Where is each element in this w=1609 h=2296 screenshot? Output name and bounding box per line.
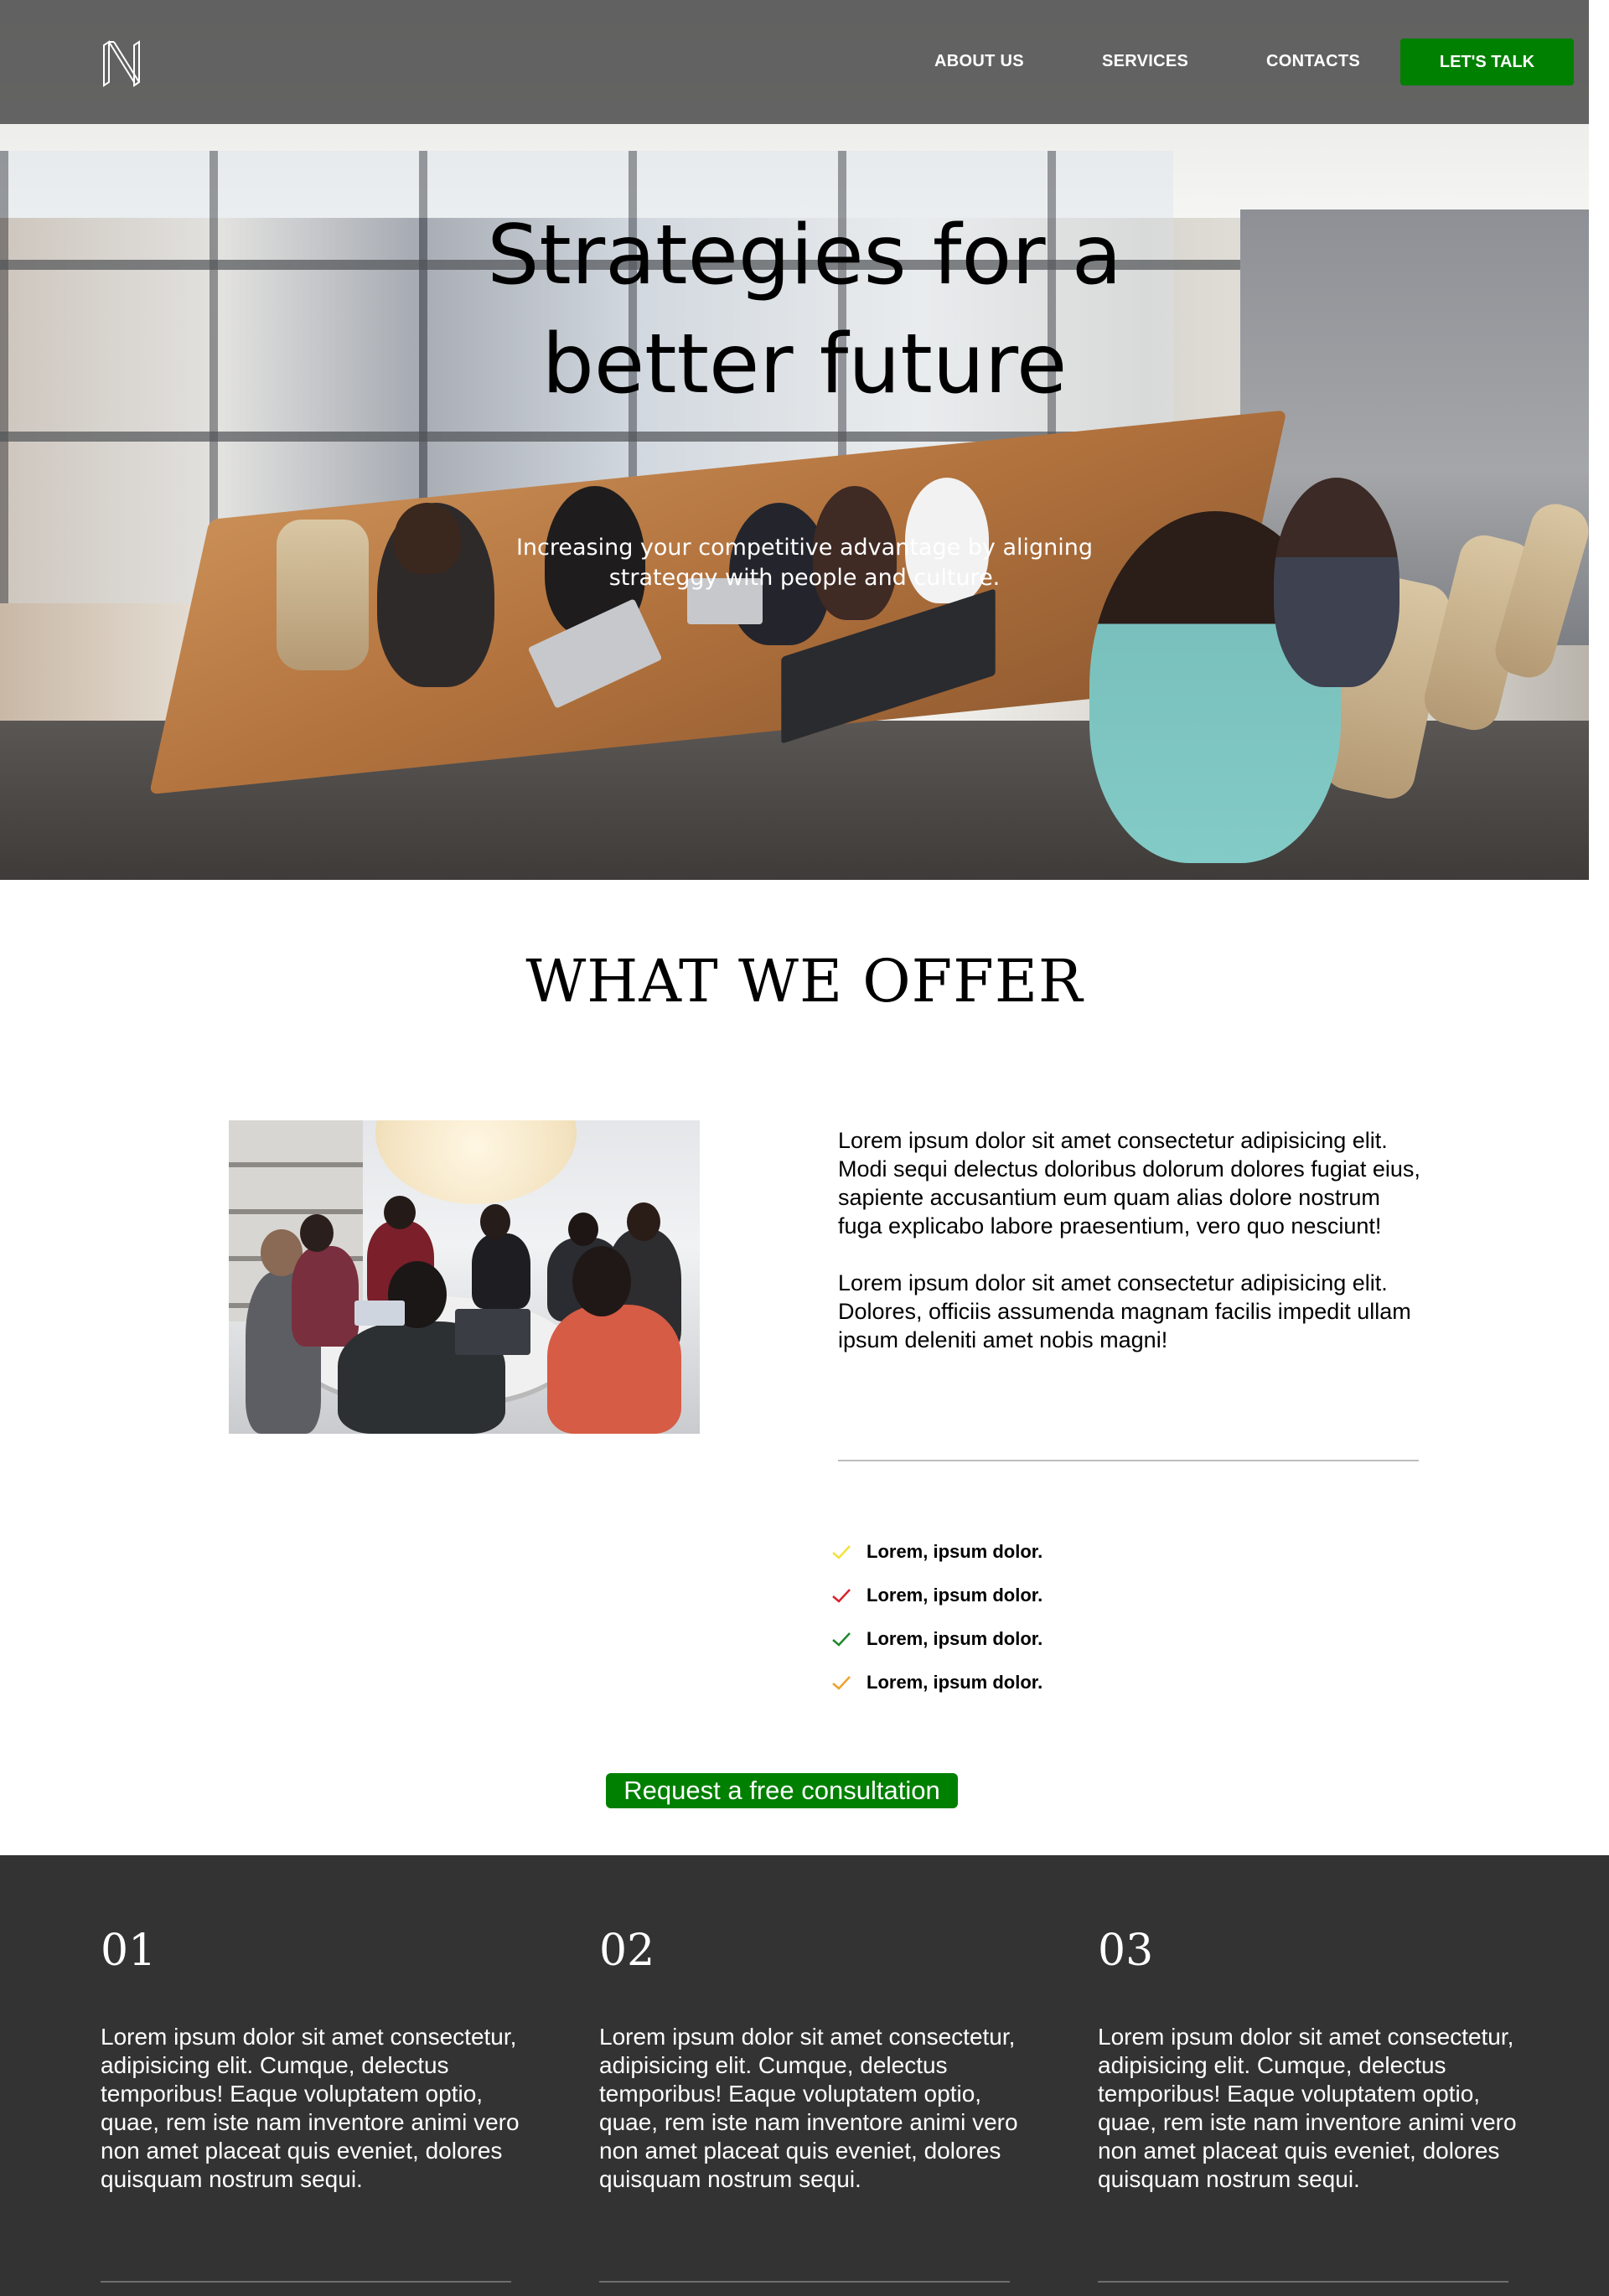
yellow-check-icon <box>832 1545 851 1559</box>
checklist-label: Lorem, ipsum dolor. <box>867 1628 1043 1649</box>
offer-paragraph: Lorem ipsum dolor sit amet consectetur a… <box>838 1128 1420 1238</box>
brand-logo-icon[interactable] <box>101 40 144 87</box>
feature-text: Lorem ipsum dolor sit amet consectetur, … <box>1098 2024 1517 2192</box>
hero-section: ABOUT US SERVICES CONTACTS LET'S TALK St… <box>0 0 1589 880</box>
nav-link-services[interactable]: SERVICES <box>1102 52 1188 71</box>
feature-text: Lorem ipsum dolor sit amet consectetur, … <box>599 2024 1018 2192</box>
hero-subtitle: Increasing your competitive advantage by… <box>515 535 1094 591</box>
feature-divider <box>101 2281 511 2283</box>
green-check-icon <box>832 1632 851 1647</box>
feature-number: 02 <box>599 1926 655 1976</box>
feature-divider <box>1098 2281 1508 2283</box>
orange-check-icon <box>832 1676 851 1690</box>
feature-checklist: Lorem, ipsum dolor. Lorem, ipsum dolor. … <box>830 1530 1249 1704</box>
feature-number: 03 <box>1098 1926 1154 1976</box>
hero-title: Strategies for a better future <box>487 208 1122 412</box>
top-navbar: ABOUT US SERVICES CONTACTS LET'S TALK <box>0 0 1589 124</box>
offer-paragraph: Lorem ipsum dolor sit amet consectetur a… <box>838 1270 1411 1352</box>
checklist-label: Lorem, ipsum dolor. <box>867 1541 1043 1562</box>
offer-description: Lorem ipsum dolor sit amet consectetur a… <box>838 1126 1425 1383</box>
list-item: Lorem, ipsum dolor. <box>830 1530 1249 1574</box>
request-consultation-button[interactable]: Request a free consultation <box>606 1773 958 1808</box>
feature-divider <box>599 2281 1010 2283</box>
checklist-label: Lorem, ipsum dolor. <box>867 1672 1043 1693</box>
nav-link-contacts[interactable]: CONTACTS <box>1266 52 1360 71</box>
features-section: 01 Lorem ipsum dolor sit amet consectetu… <box>0 1855 1609 2296</box>
feature-text: Lorem ipsum dolor sit amet consectetur, … <box>101 2024 520 2192</box>
checklist-label: Lorem, ipsum dolor. <box>867 1585 1043 1606</box>
offer-divider <box>838 1460 1419 1461</box>
team-meeting-photo <box>229 1120 700 1434</box>
list-item: Lorem, ipsum dolor. <box>830 1574 1249 1617</box>
lets-talk-button[interactable]: LET'S TALK <box>1400 39 1574 85</box>
offer-section-title: WHAT WE OFFER <box>525 947 1084 1016</box>
red-check-icon <box>832 1589 851 1603</box>
list-item: Lorem, ipsum dolor. <box>830 1661 1249 1704</box>
list-item: Lorem, ipsum dolor. <box>830 1617 1249 1661</box>
feature-number: 01 <box>101 1926 157 1976</box>
nav-link-about-us[interactable]: ABOUT US <box>934 52 1024 71</box>
